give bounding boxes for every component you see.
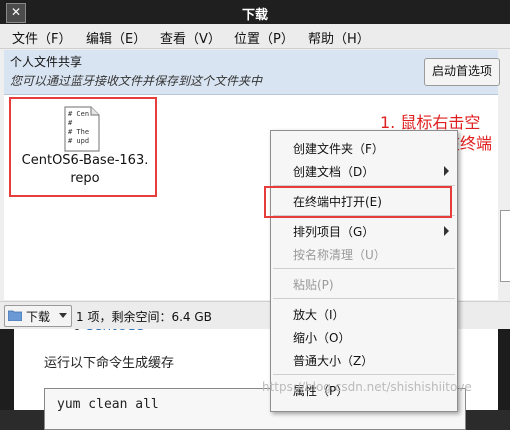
- menu-item-create-document[interactable]: 创建文档（D）: [271, 160, 457, 182]
- launch-preferences-button[interactable]: 启动首选项: [424, 58, 500, 86]
- menu-location[interactable]: 位置（P）: [234, 28, 294, 47]
- title-bar: ✕ 下载: [0, 0, 510, 24]
- menu-help[interactable]: 帮助（H）: [308, 28, 370, 47]
- location-label: 下载: [26, 310, 51, 324]
- chevron-down-icon: [59, 313, 67, 318]
- menu-item-label: 放大（I）: [293, 308, 345, 322]
- menu-view[interactable]: 查看（V）: [160, 28, 221, 47]
- personal-sharing-bar: 个人文件共享 您可以通过蓝牙接收文件并保存到这个文件夹中 启动首选项: [4, 50, 500, 95]
- status-text: 1 项，剩余空间：6.4 GB: [76, 310, 212, 324]
- menu-item-create-folder[interactable]: 创建文件夹（F）: [271, 137, 457, 159]
- menu-item-label: 排列项目（G）: [293, 225, 375, 239]
- menu-item-label: 创建文档（D）: [293, 165, 375, 179]
- menu-item-normal-size[interactable]: 普通大小（Z）: [271, 349, 457, 371]
- menu-item-label: 粘贴(P): [293, 278, 334, 292]
- watermark-text: https://blog.csdn.net/shishishiitove: [262, 380, 472, 394]
- background-paragraph: 运行以下命令生成缓存: [44, 356, 175, 371]
- menu-item-label: 创建文件夹（F）: [293, 142, 384, 156]
- menu-item-clean-up-by-name: 按名称清理（U）: [271, 243, 457, 265]
- menu-edit[interactable]: 编辑（E）: [86, 28, 146, 47]
- location-dropdown[interactable]: 下载: [4, 305, 72, 327]
- menu-item-label: 缩小（O）: [293, 331, 351, 345]
- menu-item-zoom-out[interactable]: 缩小（O）: [271, 326, 457, 348]
- window-title: 下载: [241, 8, 268, 23]
- menu-item-label: 普通大小（Z）: [293, 354, 374, 368]
- scrollbar-fragment[interactable]: [500, 210, 510, 282]
- menu-file[interactable]: 文件（F）: [12, 28, 71, 47]
- menu-item-label: 按名称清理（U）: [293, 248, 386, 262]
- open-terminal-highlight-box: [264, 186, 452, 218]
- file-highlight-box: [9, 97, 157, 197]
- menu-separator: [273, 268, 455, 269]
- menu-item-arrange-items[interactable]: 排列项目（G）: [271, 220, 457, 242]
- menu-separator: [273, 374, 455, 375]
- menu-separator: [273, 298, 455, 299]
- folder-icon: [8, 310, 22, 321]
- sharing-description: 您可以通过蓝牙接收文件并保存到这个文件夹中: [10, 74, 263, 88]
- menu-bar: 文件（F） 编辑（E） 查看（V） 位置（P） 帮助（H）: [0, 24, 510, 49]
- menu-item-paste: 粘贴(P): [271, 273, 457, 295]
- chevron-right-icon: [444, 166, 449, 176]
- chevron-right-icon: [444, 226, 449, 236]
- sharing-title: 个人文件共享: [10, 55, 83, 69]
- menu-item-zoom-in[interactable]: 放大（I）: [271, 303, 457, 325]
- context-menu: 创建文件夹（F） 创建文档（D） 在终端中打开(E) 排列项目（G） 按名称清理…: [270, 130, 458, 412]
